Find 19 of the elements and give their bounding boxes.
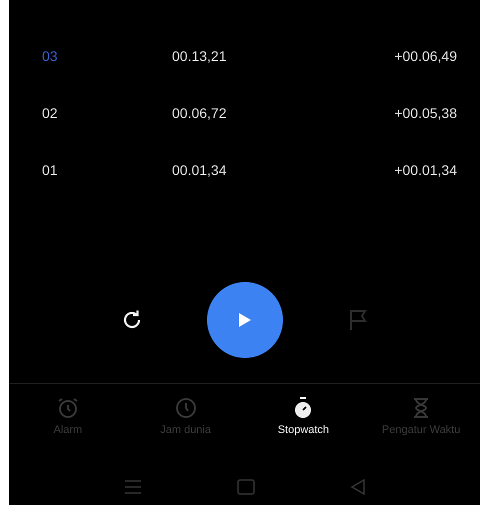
lap-time: 00.01,34 xyxy=(172,162,228,178)
lap-time: 00.06,72 xyxy=(172,104,228,120)
lap-split: +00.05,38 xyxy=(394,104,457,120)
lap-number: 03 xyxy=(42,48,59,64)
play-icon xyxy=(238,312,252,328)
lap-number: 01 xyxy=(42,162,59,178)
back-icon[interactable] xyxy=(350,478,366,494)
lap-number: 02 xyxy=(42,104,59,120)
tab[interactable]: Jam dunia xyxy=(126,396,244,468)
alarm-clock-icon xyxy=(56,396,80,420)
home-icon[interactable] xyxy=(236,478,254,494)
lap-split: +00.06,49 xyxy=(394,48,457,64)
clock-icon xyxy=(174,396,198,420)
menu-icon[interactable] xyxy=(124,478,142,494)
tab[interactable]: Stopwatch xyxy=(244,396,362,468)
tab[interactable]: Alarm xyxy=(9,396,127,468)
tab[interactable]: Pengatur Waktu xyxy=(362,396,480,468)
lap-time: 00.13,21 xyxy=(172,48,228,64)
lap-split: +00.01,34 xyxy=(394,162,457,178)
